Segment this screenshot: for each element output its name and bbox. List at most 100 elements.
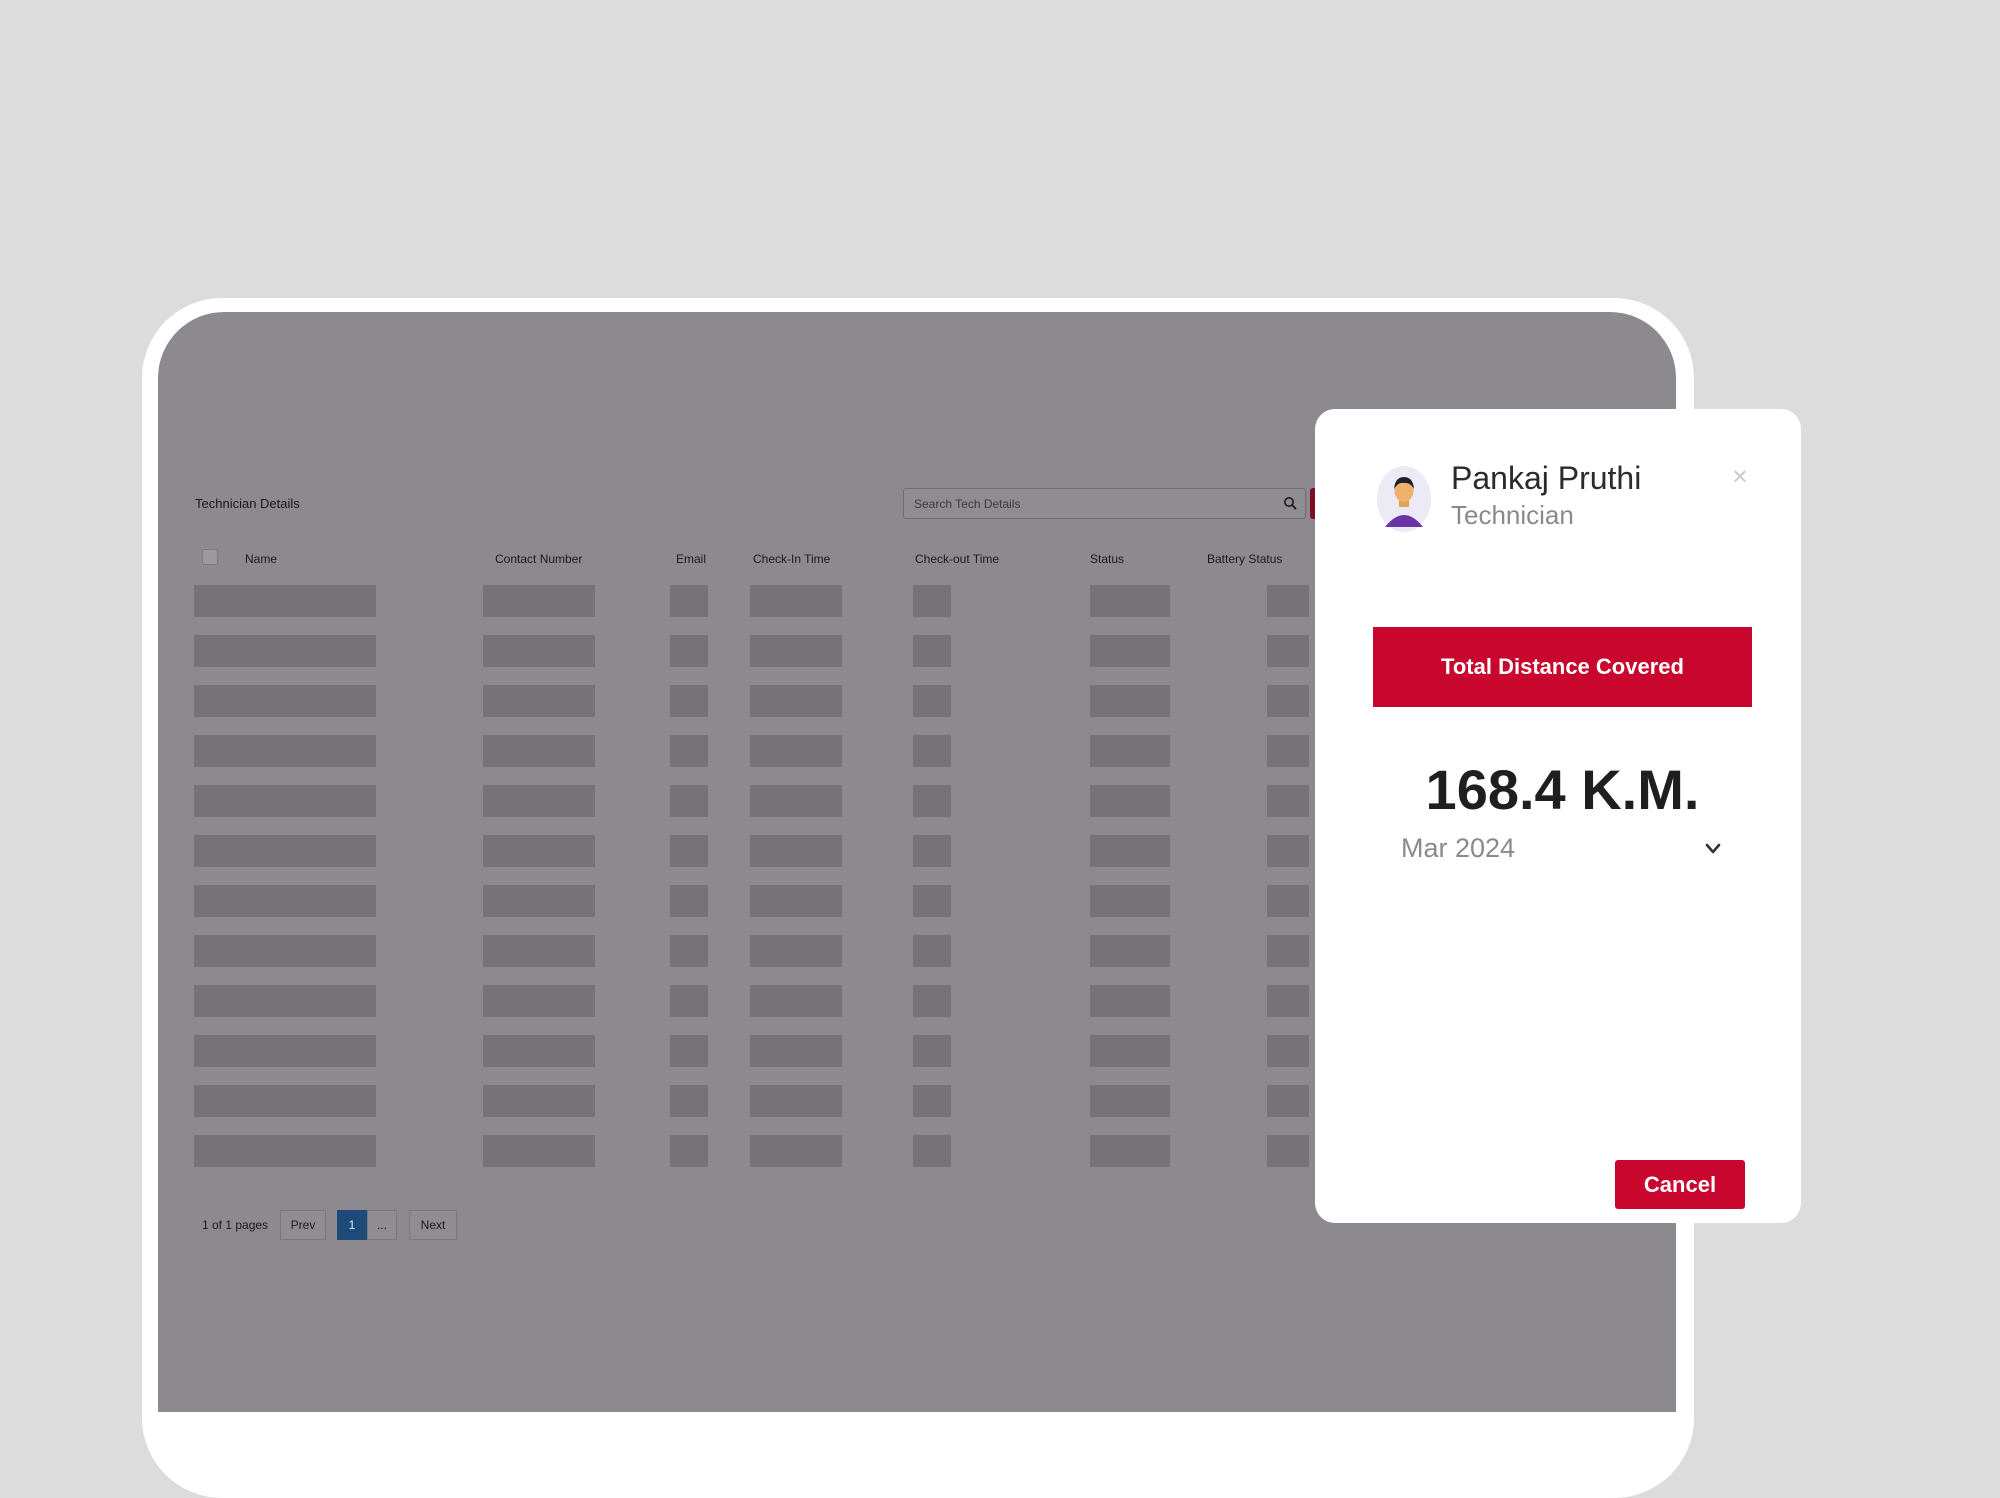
cell-email-placeholder — [670, 1135, 708, 1167]
technician-role: Technician — [1451, 500, 1574, 530]
cell-battery-placeholder — [1267, 835, 1309, 867]
month-select-value: Mar 2024 — [1401, 833, 1516, 863]
cell-contact-placeholder — [483, 835, 595, 867]
table-row[interactable] — [194, 985, 1324, 1019]
cell-name-placeholder — [194, 1135, 376, 1167]
cell-battery-placeholder — [1267, 885, 1309, 917]
chevron-down-icon — [1705, 843, 1721, 854]
cell-contact-placeholder — [483, 735, 595, 767]
table-row[interactable] — [194, 635, 1324, 669]
cell-email-placeholder — [670, 935, 708, 967]
cell-check-in-placeholder — [750, 685, 842, 717]
cell-name-placeholder — [194, 1085, 376, 1117]
cell-check-out-placeholder — [913, 585, 951, 617]
cell-name-placeholder — [194, 935, 376, 967]
cell-name-placeholder — [194, 585, 376, 617]
cell-battery-placeholder — [1267, 935, 1309, 967]
cell-contact-placeholder — [483, 935, 595, 967]
table-row[interactable] — [194, 1035, 1324, 1069]
column-header-name[interactable]: Name — [245, 552, 277, 566]
cell-name-placeholder — [194, 685, 376, 717]
cell-name-placeholder — [194, 735, 376, 767]
cell-status-placeholder — [1090, 585, 1170, 617]
cell-check-in-placeholder — [750, 735, 842, 767]
cell-check-in-placeholder — [750, 1135, 842, 1167]
cell-contact-placeholder — [483, 985, 595, 1017]
cell-check-in-placeholder — [750, 1035, 842, 1067]
cell-check-out-placeholder — [913, 685, 951, 717]
cell-name-placeholder — [194, 985, 376, 1017]
cell-status-placeholder — [1090, 885, 1170, 917]
cell-email-placeholder — [670, 685, 708, 717]
cell-email-placeholder — [670, 835, 708, 867]
pagination-info: 1 of 1 pages — [202, 1218, 269, 1232]
cell-battery-placeholder — [1267, 585, 1309, 617]
cell-check-out-placeholder — [913, 1035, 951, 1067]
cell-battery-placeholder — [1267, 1135, 1309, 1167]
cell-status-placeholder — [1090, 1035, 1170, 1067]
cell-contact-placeholder — [483, 1035, 595, 1067]
table-row[interactable] — [194, 785, 1324, 819]
cell-check-in-placeholder — [750, 785, 842, 817]
column-header-check-out[interactable]: Check-out Time — [915, 552, 999, 566]
cell-name-placeholder — [194, 635, 376, 667]
cell-check-in-placeholder — [750, 1085, 842, 1117]
cell-check-in-placeholder — [750, 935, 842, 967]
table-row[interactable] — [194, 835, 1324, 869]
cell-battery-placeholder — [1267, 985, 1309, 1017]
cell-battery-placeholder — [1267, 735, 1309, 767]
cancel-button[interactable]: Cancel — [1615, 1160, 1745, 1209]
cell-contact-placeholder — [483, 885, 595, 917]
cell-email-placeholder — [670, 585, 708, 617]
select-all-checkbox[interactable] — [202, 549, 218, 565]
cell-check-out-placeholder — [913, 635, 951, 667]
cell-check-in-placeholder — [750, 885, 842, 917]
table-row[interactable] — [194, 935, 1324, 969]
column-header-contact[interactable]: Contact Number — [495, 552, 582, 566]
cell-email-placeholder — [670, 785, 708, 817]
column-header-status[interactable]: Status — [1090, 552, 1124, 566]
cell-contact-placeholder — [483, 585, 595, 617]
cell-status-placeholder — [1090, 935, 1170, 967]
cell-email-placeholder — [670, 885, 708, 917]
cell-check-in-placeholder — [750, 835, 842, 867]
cell-status-placeholder — [1090, 685, 1170, 717]
page-ellipsis: ... — [367, 1210, 397, 1240]
cell-name-placeholder — [194, 885, 376, 917]
page-1-button[interactable]: 1 — [337, 1210, 367, 1240]
cell-name-placeholder — [194, 785, 376, 817]
cell-check-out-placeholder — [913, 785, 951, 817]
column-header-check-in[interactable]: Check-In Time — [753, 552, 830, 566]
cell-name-placeholder — [194, 1035, 376, 1067]
cell-check-out-placeholder — [913, 885, 951, 917]
cell-email-placeholder — [670, 1035, 708, 1067]
table-row[interactable] — [194, 735, 1324, 769]
distance-modal: Pankaj Pruthi Technician × Total Distanc… — [1315, 409, 1801, 1223]
search-input[interactable] — [904, 489, 1264, 518]
cell-battery-placeholder — [1267, 635, 1309, 667]
table-row[interactable] — [194, 685, 1324, 719]
search-box — [903, 488, 1306, 519]
cell-name-placeholder — [194, 835, 376, 867]
cell-status-placeholder — [1090, 985, 1170, 1017]
cell-check-out-placeholder — [913, 835, 951, 867]
cell-battery-placeholder — [1267, 1085, 1309, 1117]
table-row[interactable] — [194, 1135, 1324, 1169]
total-distance-banner: Total Distance Covered — [1373, 627, 1752, 707]
column-header-battery[interactable]: Battery Status — [1207, 552, 1282, 566]
technician-name: Pankaj Pruthi — [1451, 460, 1642, 496]
cell-email-placeholder — [670, 985, 708, 1017]
cell-status-placeholder — [1090, 785, 1170, 817]
column-header-email[interactable]: Email — [676, 552, 706, 566]
table-row[interactable] — [194, 1085, 1324, 1119]
cell-check-out-placeholder — [913, 935, 951, 967]
table-row[interactable] — [194, 585, 1324, 619]
month-select[interactable]: Mar 2024 — [1401, 829, 1721, 869]
close-icon[interactable]: × — [1727, 463, 1753, 489]
prev-button[interactable]: Prev — [280, 1210, 326, 1240]
cell-check-out-placeholder — [913, 985, 951, 1017]
next-button[interactable]: Next — [409, 1210, 457, 1240]
search-icon[interactable] — [1283, 496, 1297, 510]
avatar — [1377, 466, 1431, 532]
table-row[interactable] — [194, 885, 1324, 919]
